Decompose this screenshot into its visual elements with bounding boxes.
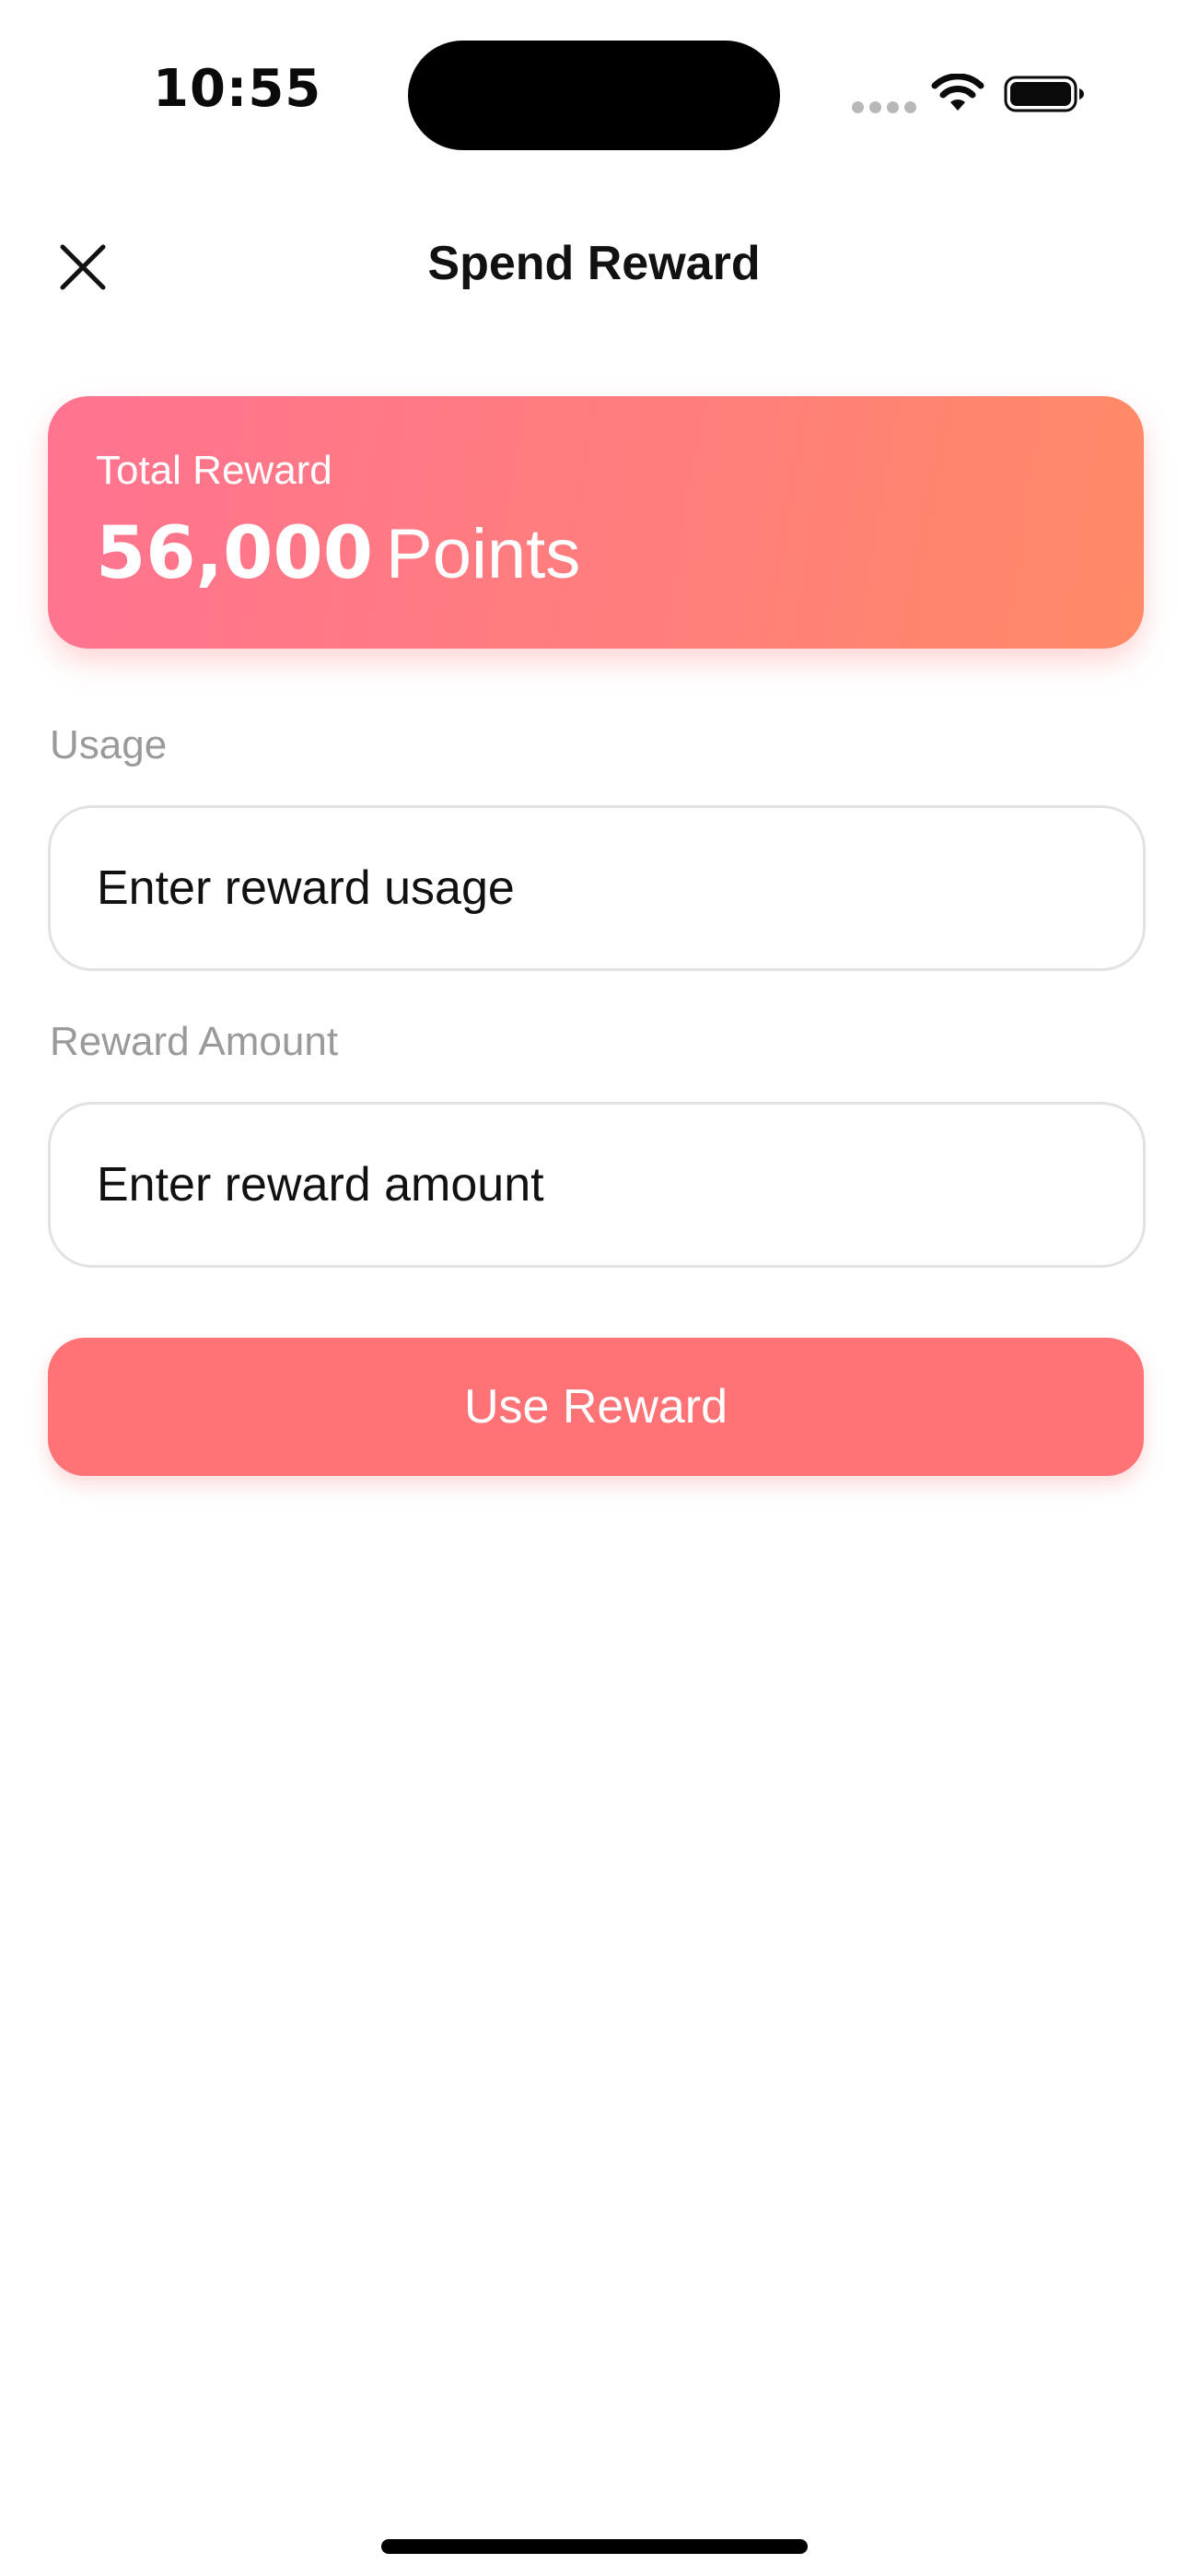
usage-field[interactable] [48,805,1146,971]
page-title: Spend Reward [427,237,761,290]
usage-label: Usage [50,722,168,767]
reward-amount-label: Reward Amount [50,1019,339,1064]
total-reward-value: 56,000 Points [96,512,580,595]
usage-input[interactable] [97,808,1110,968]
reward-amount-input[interactable] [97,1105,1110,1265]
total-reward-card: Total Reward 56,000 Points [48,396,1144,649]
reward-points-unit: Points [386,515,581,593]
cellular-signal-icon [852,101,916,113]
reward-points-number: 56,000 [96,512,373,595]
dynamic-island [408,41,780,150]
reward-amount-field[interactable] [48,1102,1146,1268]
use-reward-button[interactable]: Use Reward [48,1338,1144,1476]
battery-icon [1004,76,1084,112]
home-indicator[interactable] [381,2539,808,2554]
total-reward-label: Total Reward [96,448,332,493]
wifi-icon [931,74,984,111]
status-bar-time: 10:55 [153,59,322,119]
